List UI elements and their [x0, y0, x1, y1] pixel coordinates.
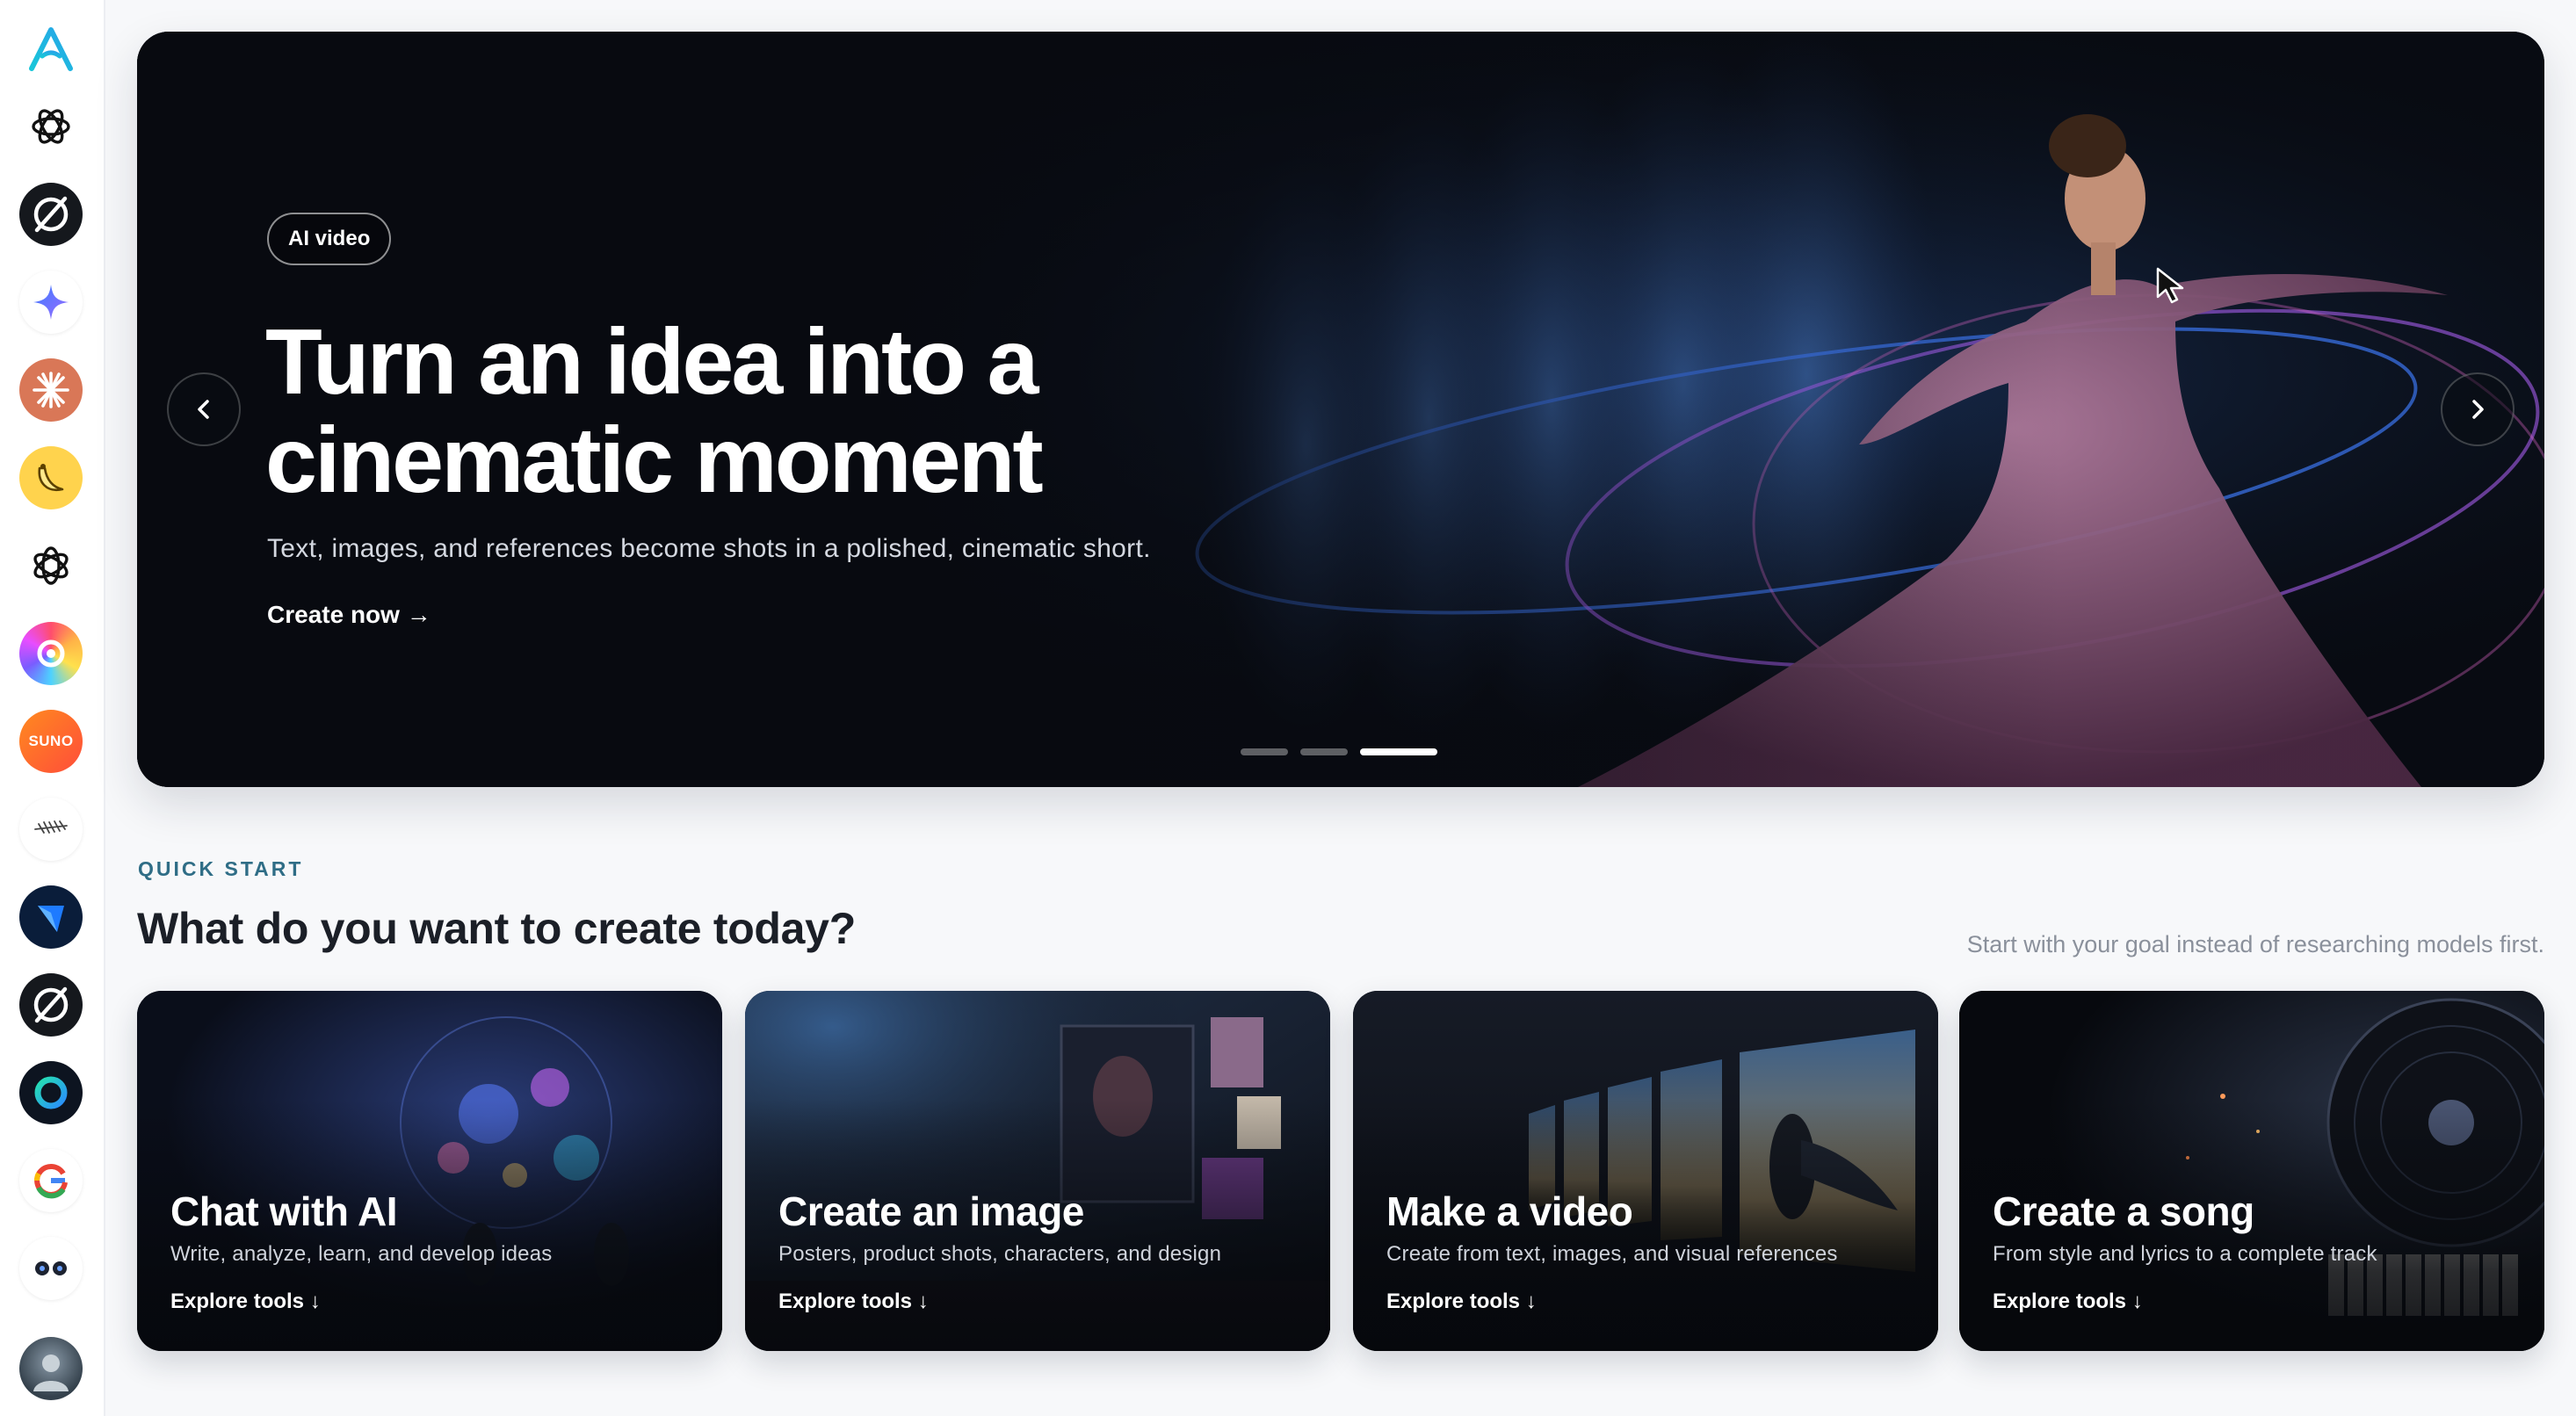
banana-icon[interactable] [19, 446, 83, 509]
hero-title-line1: Turn an idea into a [265, 310, 1038, 414]
quick-start-heading: What do you want to create today? [137, 904, 856, 953]
hero-banner: AI video Turn an idea into a cinematic m… [137, 32, 2544, 787]
card-make-a-video[interactable]: Make a video Create from text, images, a… [1353, 991, 1938, 1351]
google-icon[interactable] [19, 1149, 83, 1212]
card-title: Chat with AI [170, 1188, 398, 1234]
explore-tools-link[interactable]: Explore tools ↓ [778, 1290, 929, 1314]
card-create-an-image[interactable]: Create an image Posters, product shots, … [745, 991, 1330, 1351]
hero-subtitle: Text, images, and references become shot… [267, 534, 1151, 563]
ring-icon[interactable] [19, 1061, 83, 1124]
suno-icon[interactable]: SUNO [19, 710, 83, 773]
app-logo-icon[interactable] [26, 25, 76, 74]
explore-tools-link[interactable]: Explore tools ↓ [1993, 1290, 2143, 1314]
carousel-dot-2[interactable] [1300, 748, 1348, 755]
suno-icon-text: SUNO [28, 733, 74, 749]
mouse-cursor-icon [2156, 267, 2184, 304]
card-title: Create a song [1993, 1188, 2254, 1234]
carousel-dot-3[interactable] [1360, 748, 1437, 755]
slashed-circle-icon[interactable] [19, 183, 83, 246]
feather-icon[interactable] [19, 798, 83, 861]
card-chat-with-ai[interactable]: Chat with AI Write, analyze, learn, and … [137, 991, 722, 1351]
user-avatar[interactable] [19, 1337, 83, 1400]
quick-start-label: QUICK START [138, 857, 304, 880]
card-create-a-song[interactable]: Create a song From style and lyrics to a… [1959, 991, 2544, 1351]
carousel-prev-button[interactable] [167, 372, 241, 446]
chevron-right-icon [2472, 400, 2484, 419]
openai-knot-icon[interactable] [19, 534, 83, 597]
card-description: Write, analyze, learn, and develop ideas [170, 1242, 553, 1266]
carousel-next-button[interactable] [2441, 372, 2514, 446]
card-description: Posters, product shots, characters, and … [778, 1242, 1222, 1266]
card-description: From style and lyrics to a complete trac… [1993, 1242, 2377, 1266]
dual-dots-icon[interactable] [19, 1237, 83, 1300]
card-title: Make a video [1386, 1188, 1633, 1234]
blue-gem-icon[interactable] [19, 885, 83, 949]
app-root: SUNO AI video Turn an idea into a cinema… [0, 0, 2576, 1416]
carousel-indicators [1241, 748, 1437, 755]
chatgpt-icon[interactable] [19, 95, 83, 158]
explore-tools-link[interactable]: Explore tools ↓ [170, 1290, 321, 1314]
gemini-sparkle-icon[interactable] [19, 271, 83, 334]
hero-title-line2: cinematic moment [265, 408, 1044, 512]
sidebar: SUNO [0, 0, 105, 1416]
quick-start-hint: Start with your goal instead of research… [1966, 931, 2544, 957]
claude-burst-icon[interactable] [19, 358, 83, 422]
explore-tools-link[interactable]: Explore tools ↓ [1386, 1290, 1537, 1314]
hero-title: Turn an idea into a cinematic moment [265, 313, 1232, 509]
slashed-circle-icon-2[interactable] [19, 973, 83, 1037]
rainbow-swirl-icon[interactable] [19, 622, 83, 685]
chevron-left-icon [198, 400, 209, 419]
card-description: Create from text, images, and visual ref… [1386, 1242, 1838, 1266]
carousel-dot-1[interactable] [1241, 748, 1288, 755]
card-title: Create an image [778, 1188, 1084, 1234]
create-now-link[interactable]: Create now → [267, 601, 431, 629]
hero-badge: AI video [267, 213, 392, 265]
